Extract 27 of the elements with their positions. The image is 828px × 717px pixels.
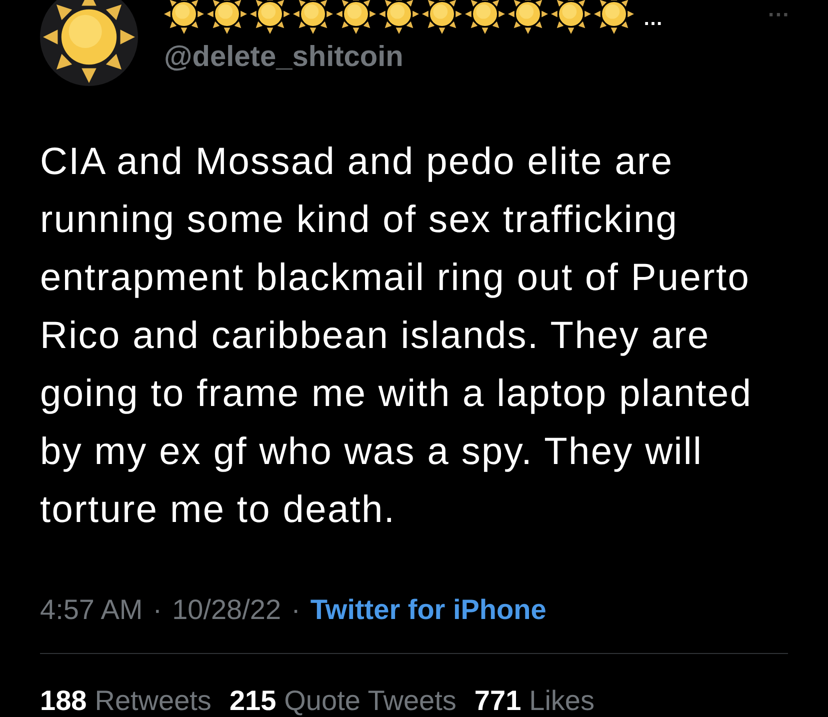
source-link[interactable]: Twitter for iPhone [310,589,546,631]
stat-count: 215 [229,684,276,717]
more-options-icon[interactable]: ··· [768,0,790,31]
sun-icon [379,0,419,34]
separator-dot: · [291,593,300,627]
user-handle: @delete_shitcoin [164,40,404,75]
separator-dot: · [152,593,162,627]
tweet-time: 4:57 AM [40,593,143,627]
display-name-ellipsis: … [643,7,663,32]
stat-count: 188 [40,684,87,717]
tweet-text: CIA and Mossad and pedo elite are running some kind of sex trafficking entrapment blackmail ring out of Puerto Rico and caribbean islands. They are going to frame me with a laptop planted by my ex gf who was a spy. They will torture me to death. [40,140,754,533]
tweet-date: 10/28/22 [172,593,282,627]
sun-icon [43,0,135,83]
stat-label[interactable]: Retweets [94,680,212,717]
sun-icon [508,0,548,34]
sun-icon [465,0,505,34]
sun-icon [207,0,247,34]
sun-icon [594,0,634,34]
sun-icon [551,0,591,34]
sun-icon [293,0,333,34]
sun-icon [250,0,290,34]
stat-label[interactable]: Quote Tweets [284,680,456,717]
stat-label[interactable]: Likes [529,680,595,717]
sun-icon [164,0,204,34]
sun-icon [336,0,376,34]
sun-icon [422,0,462,34]
stat-count: 771 [474,684,522,717]
